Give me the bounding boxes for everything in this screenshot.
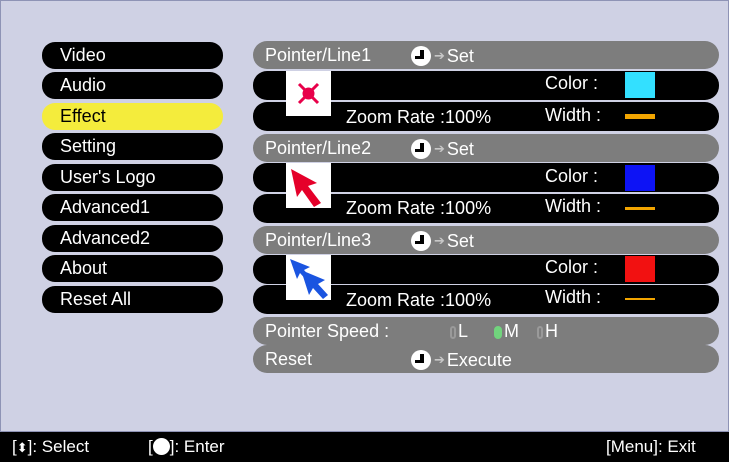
set-label: Set: [446, 139, 474, 159]
menu-item-effect[interactable]: Effect: [42, 103, 223, 130]
radio-selected-icon: [494, 325, 502, 339]
pointer-line2-width-label: Width :: [545, 196, 602, 216]
effect-panel: Video Audio Effect Setting User's Logo A…: [0, 0, 729, 432]
pointer-line2-title: Pointer/Line2: [265, 138, 372, 158]
enter-hint: []: Enter: [148, 437, 225, 456]
enter-icon: [152, 438, 170, 456]
pointer-line2-width-line[interactable]: [625, 207, 655, 210]
pointer-line3-header[interactable]: Pointer/Line3 ➔ Set: [253, 226, 719, 254]
pointer-line2-header[interactable]: Pointer/Line2 ➔ Set: [253, 134, 719, 162]
enter-icon: [411, 139, 431, 159]
pointer-line1-set[interactable]: ➔ Set: [411, 42, 474, 70]
pointer-line1-width-line[interactable]: [625, 114, 655, 119]
pointer-line1-color-label: Color :: [545, 73, 599, 93]
speed-option-h[interactable]: H: [537, 317, 558, 345]
speed-option-m[interactable]: M: [494, 317, 519, 345]
pointer-speed-label: Pointer Speed :: [265, 321, 390, 341]
pointer-line1-color-swatch[interactable]: [625, 72, 655, 98]
menu-item-setting[interactable]: Setting: [42, 133, 223, 160]
pointer-line1-header[interactable]: Pointer/Line1 ➔ Set: [253, 41, 719, 69]
menu-item-advanced1[interactable]: Advanced1: [42, 194, 223, 221]
pointer-line1-width-label: Width :: [545, 105, 602, 125]
enter-icon: [411, 350, 431, 370]
enter-icon: [411, 231, 431, 251]
reset-label: Reset: [265, 349, 313, 369]
set-label: Set: [446, 231, 474, 251]
up-down-arrow-icon: ⬍: [16, 440, 28, 455]
pointer-line2-zoom: Zoom Rate :100%: [346, 198, 492, 218]
execute-label: Execute: [446, 350, 512, 370]
pointer-line2-color-swatch[interactable]: [625, 165, 655, 191]
arrow-right-icon: ➔: [434, 141, 445, 156]
speed-option-l[interactable]: L: [450, 317, 468, 345]
pointer-line3-width-line[interactable]: [625, 298, 655, 300]
menu-item-about[interactable]: About: [42, 255, 223, 282]
pointer-line3-color-swatch[interactable]: [625, 256, 655, 282]
reset-row[interactable]: Reset ➔ Execute: [253, 345, 719, 373]
menu-item-reset-all[interactable]: Reset All: [42, 286, 223, 313]
arrow-right-icon: ➔: [434, 352, 445, 367]
menu-item-advanced2[interactable]: Advanced2: [42, 225, 223, 252]
menu-item-audio[interactable]: Audio: [42, 72, 223, 99]
menu-item-video[interactable]: Video: [42, 42, 223, 69]
set-label: Set: [446, 46, 474, 66]
pointer-line2-set[interactable]: ➔ Set: [411, 135, 474, 163]
pointer-line1-title: Pointer/Line1: [265, 45, 372, 65]
menu-item-users-logo[interactable]: User's Logo: [42, 164, 223, 191]
radio-icon: [450, 325, 456, 339]
pointer-line3-width-label: Width :: [545, 287, 602, 307]
cross-icon: [286, 71, 331, 116]
pointer-speed-row: Pointer Speed : L M H: [253, 317, 719, 345]
select-hint: [⬍]: Select: [12, 437, 90, 456]
arrow-pointer-icon: [286, 163, 331, 208]
pointer-line3-set[interactable]: ➔ Set: [411, 227, 474, 255]
arrow-right-icon: ➔: [434, 48, 445, 63]
exit-hint: [Menu]: Exit: [606, 437, 696, 456]
reset-execute[interactable]: ➔ Execute: [411, 346, 512, 374]
arrow-right-icon: ➔: [434, 233, 445, 248]
radio-icon: [537, 325, 543, 339]
double-arrow-icon: [286, 255, 331, 300]
pointer-line2-color-label: Color :: [545, 166, 599, 186]
status-bar: [⬍]: Select []: Enter [Menu]: Exit: [0, 432, 729, 461]
enter-icon: [411, 46, 431, 66]
pointer-line1-zoom: Zoom Rate :100%: [346, 107, 492, 127]
pointer-line3-title: Pointer/Line3: [265, 230, 372, 250]
pointer-line3-color-label: Color :: [545, 257, 599, 277]
pointer-line3-zoom: Zoom Rate :100%: [346, 290, 492, 310]
